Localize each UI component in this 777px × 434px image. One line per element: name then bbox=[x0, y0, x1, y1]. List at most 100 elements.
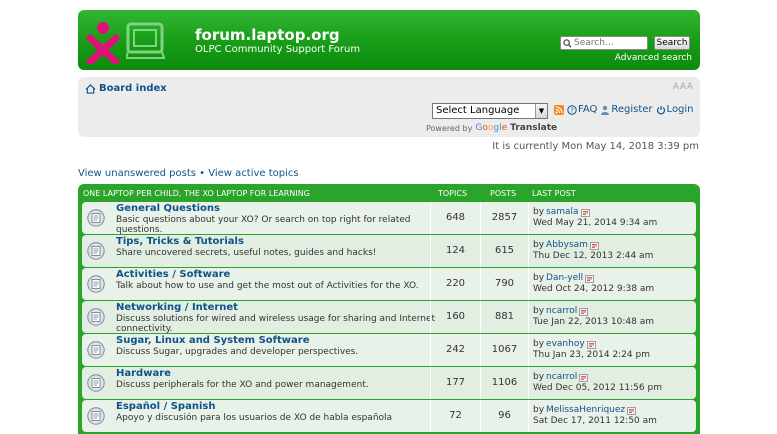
nav-bar: Board index A A A Select Language ▼ Powe… bbox=[78, 77, 700, 137]
view-latest-post-icon[interactable] bbox=[580, 208, 590, 217]
help-icon: ? bbox=[567, 104, 577, 115]
forum-title-link[interactable]: Español / Spanish bbox=[116, 401, 436, 413]
search-button[interactable]: Search bbox=[654, 36, 690, 50]
language-select-value: Select Language bbox=[436, 105, 520, 116]
forum-description: Talk about how to use and get the most o… bbox=[116, 281, 419, 291]
forum-row[interactable]: Hardware Discuss peripherals for the XO … bbox=[82, 367, 696, 399]
by-label: by bbox=[533, 339, 545, 349]
faq-label: FAQ bbox=[578, 104, 598, 115]
last-post-author-link[interactable]: evanhoy bbox=[546, 339, 585, 350]
google-translate-credit: Powered by Google Translate bbox=[426, 123, 557, 133]
google-logo[interactable]: Google bbox=[475, 123, 507, 133]
forum-title-link[interactable]: General Questions bbox=[116, 203, 436, 215]
forum-read-icon bbox=[87, 341, 105, 359]
forum-row[interactable]: Sugar, Linux and System Software Discuss… bbox=[82, 334, 696, 366]
view-latest-post-icon[interactable] bbox=[590, 241, 599, 250]
forum-info: Tips, Tricks & Tutorials Share uncovered… bbox=[116, 236, 436, 258]
forum-title-link[interactable]: Activities / Software bbox=[116, 269, 436, 281]
by-label: by bbox=[533, 405, 545, 415]
last-post-date: Sat Dec 17, 2011 12:50 am bbox=[533, 416, 657, 426]
register-label: Register bbox=[611, 104, 653, 115]
topics-count: 124 bbox=[430, 235, 480, 267]
last-post-author-link[interactable]: MelissaHenriquez bbox=[546, 405, 625, 416]
forum-read-icon bbox=[87, 209, 105, 227]
view-latest-post-icon[interactable] bbox=[586, 340, 596, 349]
posts-count: 881 bbox=[480, 301, 528, 333]
site-title[interactable]: forum.laptop.org bbox=[195, 26, 340, 44]
forum-row[interactable]: Tips, Tricks & Tutorials Share uncovered… bbox=[82, 235, 696, 267]
last-post: by samala Wed May 21, 2014 9:34 am bbox=[528, 202, 696, 234]
topics-count: 72 bbox=[430, 400, 480, 432]
search-box[interactable] bbox=[560, 36, 648, 50]
user-icon bbox=[601, 105, 610, 115]
forum-read-icon bbox=[87, 275, 105, 293]
view-latest-post-icon[interactable] bbox=[579, 307, 589, 316]
last-post-date: Thu Jan 23, 2014 2:24 pm bbox=[533, 350, 650, 360]
font-resize-control[interactable]: A A A bbox=[673, 82, 693, 92]
forum-row[interactable]: General Questions Basic questions about … bbox=[82, 202, 696, 235]
posts-count: 96 bbox=[480, 400, 528, 432]
view-latest-post-icon[interactable] bbox=[627, 406, 637, 415]
forum-description: Basic questions about your XO? Or search… bbox=[116, 215, 411, 235]
user-nav-links: ? FAQ Register Login bbox=[554, 104, 694, 115]
forum-description: Apoyo y discusión para los usuarios de X… bbox=[116, 413, 393, 423]
forum-row[interactable]: Activities / Software Talk about how to … bbox=[82, 268, 696, 300]
forum-read-icon bbox=[87, 407, 105, 425]
forum-description: Discuss solutions for wired and wireless… bbox=[116, 314, 436, 334]
forum-title-link[interactable]: Sugar, Linux and System Software bbox=[116, 335, 436, 347]
last-post-author-link[interactable]: samala bbox=[546, 207, 579, 218]
forum-row[interactable]: Español / Spanish Apoyo y discusión para… bbox=[82, 400, 696, 432]
register-link[interactable]: Register bbox=[600, 104, 653, 115]
topics-count: 177 bbox=[430, 367, 480, 399]
col-topics-header: TOPICS bbox=[438, 189, 468, 198]
forum-description: Discuss Sugar, upgrades and developer pe… bbox=[116, 347, 359, 357]
last-post: by Abbysam Thu Dec 12, 2013 2:44 am bbox=[528, 235, 696, 267]
last-post: by evanhoy Thu Jan 23, 2014 2:24 pm bbox=[528, 334, 696, 366]
category-title[interactable]: ONE LAPTOP PER CHILD, THE XO LAPTOP FOR … bbox=[83, 189, 310, 198]
translate-label[interactable]: Translate bbox=[510, 123, 557, 133]
login-link[interactable]: Login bbox=[656, 104, 694, 115]
topics-count: 242 bbox=[430, 334, 480, 366]
by-label: by bbox=[533, 273, 545, 283]
xo-logo-icon[interactable] bbox=[86, 20, 120, 64]
laptop-logo-icon[interactable] bbox=[126, 22, 166, 60]
view-latest-post-icon[interactable] bbox=[585, 274, 595, 283]
forum-row[interactable]: Networking / Internet Discuss solutions … bbox=[82, 301, 696, 334]
active-topics-link[interactable]: View active topics bbox=[208, 168, 298, 179]
last-post-author-link[interactable]: Dan-yell bbox=[546, 273, 583, 284]
board-index-label: Board index bbox=[99, 83, 167, 94]
dropdown-arrow-icon: ▼ bbox=[535, 104, 547, 118]
topics-count: 160 bbox=[430, 301, 480, 333]
last-post-date: Thu Dec 12, 2013 2:44 am bbox=[533, 251, 654, 261]
forum-read-icon bbox=[87, 374, 105, 392]
forum-info: Activities / Software Talk about how to … bbox=[116, 269, 436, 291]
forum-title-link[interactable]: Tips, Tricks & Tutorials bbox=[116, 236, 436, 248]
faq-link[interactable]: ? FAQ bbox=[567, 104, 597, 115]
last-post-date: Wed Oct 24, 2012 9:38 am bbox=[533, 284, 655, 294]
current-time: It is currently Mon May 14, 2018 3:39 pm bbox=[492, 141, 699, 152]
search-input[interactable] bbox=[572, 37, 644, 49]
forum-category: ONE LAPTOP PER CHILD, THE XO LAPTOP FOR … bbox=[78, 184, 700, 434]
forum-list: General Questions Basic questions about … bbox=[82, 202, 696, 433]
last-post-date: Wed May 21, 2014 9:34 am bbox=[533, 218, 658, 228]
view-latest-post-icon[interactable] bbox=[579, 373, 589, 382]
board-index-link[interactable]: Board index bbox=[85, 83, 167, 94]
forum-title-link[interactable]: Hardware bbox=[116, 368, 436, 380]
forum-description: Discuss peripherals for the XO and power… bbox=[116, 380, 369, 390]
posts-count: 2857 bbox=[480, 202, 528, 234]
rss-feed-icon[interactable] bbox=[554, 104, 564, 115]
forum-title-link[interactable]: Networking / Internet bbox=[116, 302, 436, 314]
col-last-post-header: LAST POST bbox=[532, 189, 576, 198]
last-post-author-link[interactable]: ncarrol bbox=[546, 372, 577, 383]
last-post-author-link[interactable]: Abbysam bbox=[546, 240, 588, 251]
language-select[interactable]: Select Language ▼ bbox=[432, 103, 548, 119]
last-post-author-link[interactable]: ncarrol bbox=[546, 306, 577, 317]
last-post: by ncarrol Tue Jan 22, 2013 10:48 am bbox=[528, 301, 696, 333]
search-icon bbox=[563, 38, 572, 48]
forum-read-icon bbox=[87, 308, 105, 326]
last-post: by MelissaHenriquez Sat Dec 17, 2011 12:… bbox=[528, 400, 696, 432]
unanswered-posts-link[interactable]: View unanswered posts bbox=[78, 168, 196, 179]
advanced-search-link[interactable]: Advanced search bbox=[615, 53, 692, 63]
site-header: forum.laptop.org OLPC Community Support … bbox=[78, 10, 700, 70]
last-post: by Dan-yell Wed Oct 24, 2012 9:38 am bbox=[528, 268, 696, 300]
